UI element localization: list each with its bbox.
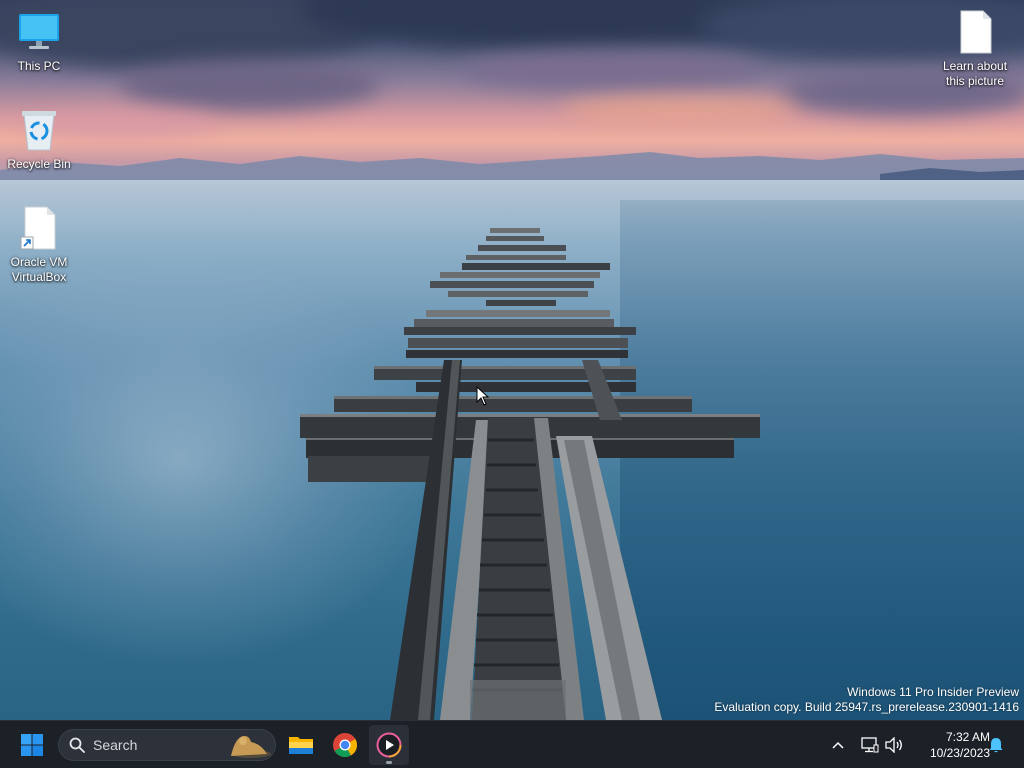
taskbar-media-player[interactable] (369, 725, 409, 765)
taskbar: Search 7:32 AM 10/23/2023 (0, 720, 1024, 768)
taskbar-file-explorer[interactable] (281, 725, 321, 765)
chevron-up-icon (832, 741, 844, 749)
network-icon (861, 737, 879, 753)
desktop-wallpaper (0, 0, 1024, 720)
taskbar-chrome[interactable] (325, 725, 365, 765)
watermark-edition: Windows 11 Pro Insider Preview (847, 685, 1019, 699)
desktop-icon-learn-about-this-picture[interactable]: Learn about this picture (937, 8, 1013, 89)
search-highlight-image-icon (231, 735, 271, 758)
notification-bell-icon (989, 738, 1003, 753)
evaluation-watermark: Windows 11 Pro Insider Preview Evaluatio… (714, 685, 1019, 715)
watermark-build: Evaluation copy. Build 25947.rs_prerelea… (714, 700, 1019, 714)
clock-date: 10/23/2023 (929, 746, 990, 760)
taskbar-search-box[interactable]: Search (58, 729, 276, 761)
start-button[interactable] (12, 725, 52, 765)
mouse-cursor-icon (476, 386, 490, 406)
clock-time: 7:32 AM (945, 730, 990, 744)
file-explorer-icon (289, 737, 313, 754)
desktop-icon-label: Recycle Bin (7, 157, 71, 171)
desktop-icon-recycle-bin[interactable]: Recycle Bin (1, 106, 77, 172)
chrome-icon (333, 733, 357, 758)
desktop-icon-label: This PC (17, 59, 61, 73)
search-icon (69, 737, 85, 753)
recycle-bin-icon (15, 106, 63, 154)
shortcut-file-icon (15, 204, 63, 252)
document-icon (951, 8, 999, 56)
monitor-icon (15, 8, 63, 56)
volume-icon (885, 737, 902, 753)
taskbar-clock[interactable]: 7:32 AM 10/23/2023 (906, 729, 990, 761)
notification-center-button[interactable] (986, 733, 1006, 757)
desktop-icon-this-pc[interactable]: This PC (1, 8, 77, 74)
wooden-pier (300, 228, 760, 720)
desktop-icon-oracle-vm-virtualbox[interactable]: Oracle VM VirtualBox (1, 204, 77, 285)
show-hidden-icons-button[interactable] (829, 733, 847, 757)
desktop-icon-label: Learn about this picture (942, 59, 1008, 88)
search-placeholder: Search (93, 737, 138, 753)
network-status-button[interactable] (859, 733, 881, 757)
media-player-icon (376, 732, 402, 758)
volume-button[interactable] (883, 733, 905, 757)
running-indicator (386, 761, 392, 764)
desktop-icon-label: Oracle VM VirtualBox (10, 255, 68, 284)
start-icon (21, 734, 43, 756)
